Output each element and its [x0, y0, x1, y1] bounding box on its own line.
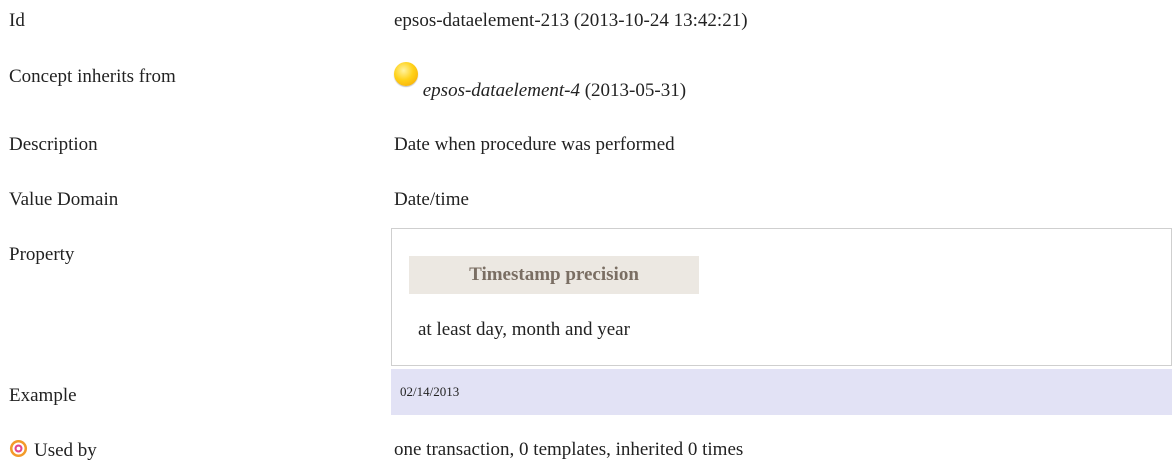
- description-value: Date when procedure was performed: [394, 134, 675, 155]
- value-domain-value: Date/time: [394, 189, 469, 210]
- id-label: Id: [9, 10, 25, 31]
- concept-status-orb-icon: [394, 62, 418, 86]
- inherits-label: Concept inherits from: [9, 66, 176, 87]
- inherits-ref-link[interactable]: epsos-dataelement-4: [423, 80, 580, 101]
- property-box: Timestamp precision at least day, month …: [391, 228, 1172, 366]
- used-by-label-wrap[interactable]: Used by: [9, 439, 97, 462]
- property-value: at least day, month and year: [418, 319, 630, 340]
- inherits-value: epsos-dataelement-4 (2013-05-31): [394, 62, 686, 101]
- target-icon: [9, 439, 28, 458]
- id-value: epsos-dataelement-213 (2013-10-24 13:42:…: [394, 10, 748, 31]
- property-header: Timestamp precision: [409, 256, 699, 294]
- property-label: Property: [9, 244, 75, 265]
- value-domain-label: Value Domain: [9, 189, 119, 210]
- used-by-value: one transaction, 0 templates, inherited …: [394, 439, 744, 460]
- example-value: 02/14/2013: [400, 384, 460, 399]
- example-label: Example: [9, 385, 77, 406]
- example-box: 02/14/2013: [391, 369, 1172, 415]
- inherits-date: (2013-05-31): [584, 80, 687, 101]
- description-label: Description: [9, 134, 98, 155]
- used-by-label: Used by: [34, 440, 97, 461]
